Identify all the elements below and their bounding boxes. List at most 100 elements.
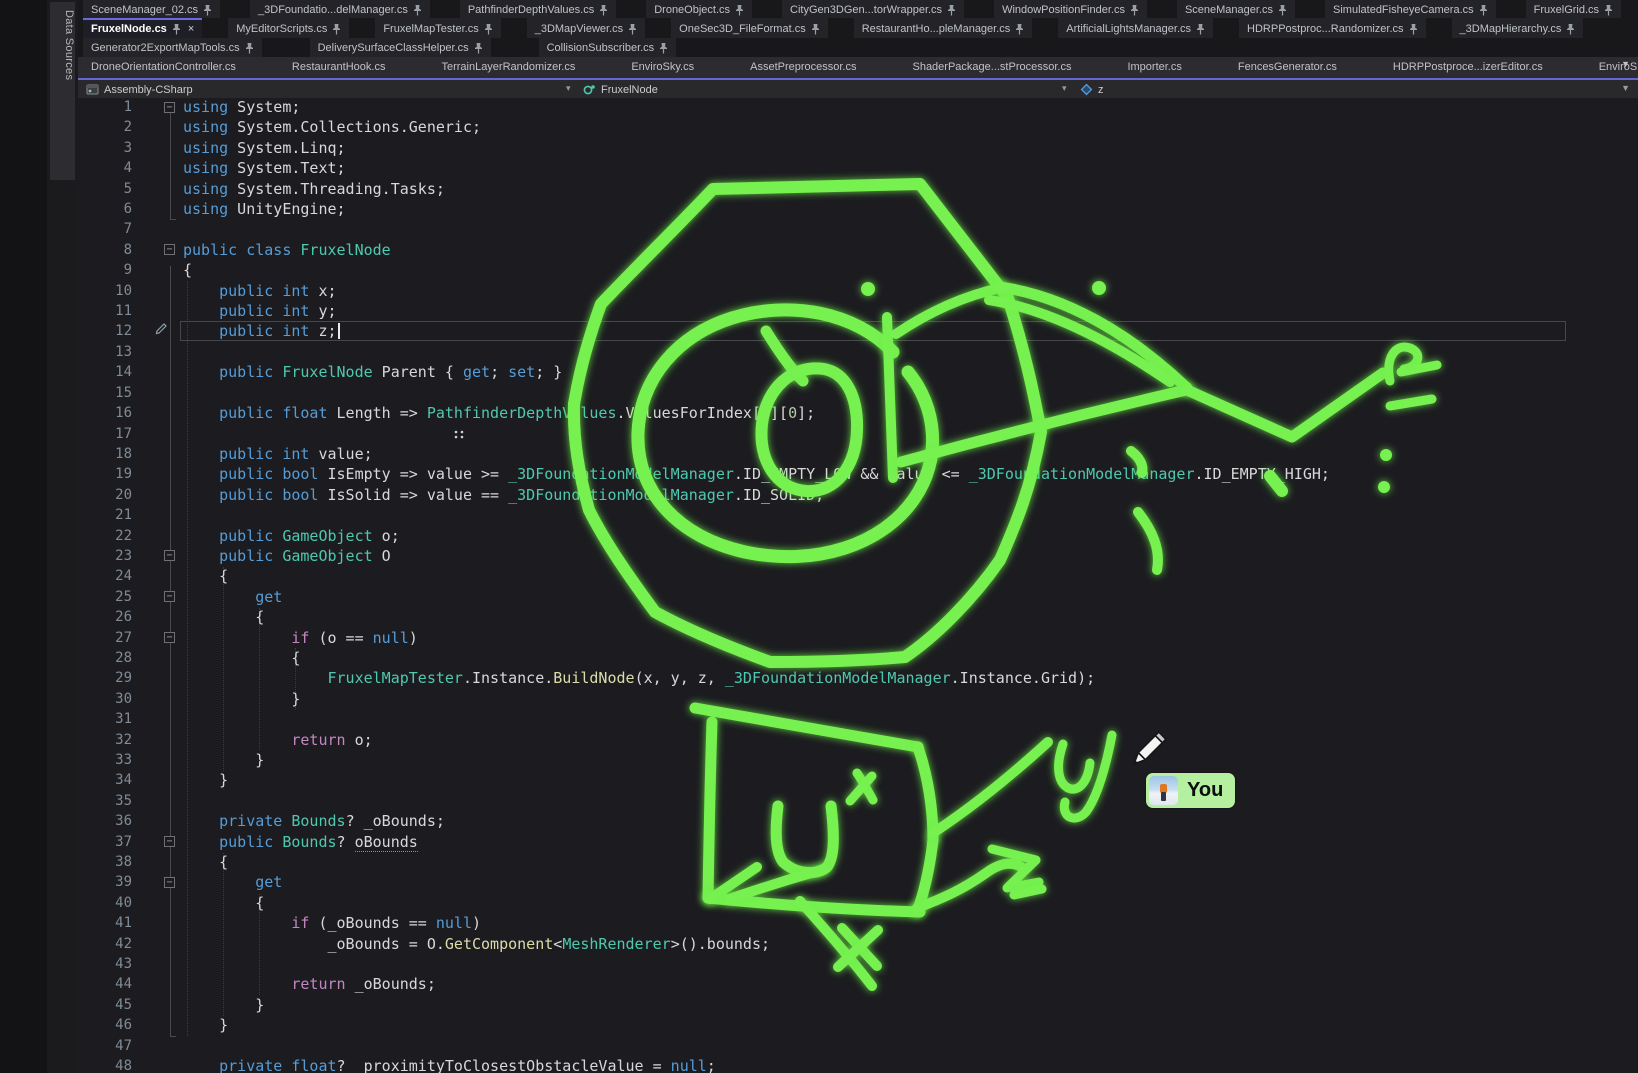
tab-TerrainLayerRandomizer.cs[interactable]: TerrainLayerRandomizer.cs: [433, 57, 583, 78]
pin-icon[interactable]: [659, 42, 668, 54]
tab-DroneOrientationController.cs[interactable]: DroneOrientationController.cs: [83, 57, 244, 78]
code-line-47[interactable]: 47: [78, 1036, 1638, 1056]
code-line-34[interactable]: 34 }: [78, 770, 1638, 790]
code-line-16[interactable]: 16 public float Length => PathfinderDept…: [78, 403, 1638, 423]
tab-CollisionSubscriber.cs[interactable]: CollisionSubscriber.cs: [539, 38, 677, 57]
code-line-36[interactable]: 36 private Bounds? _oBounds;: [78, 811, 1638, 831]
pin-icon[interactable]: [484, 23, 493, 35]
code-line-44[interactable]: 44 return _oBounds;: [78, 974, 1638, 994]
pin-icon[interactable]: [735, 4, 744, 16]
pin-icon[interactable]: [413, 4, 422, 16]
code-line-20[interactable]: 20 public bool IsSolid => value == _3DFo…: [78, 485, 1638, 505]
code-line-33[interactable]: 33 }: [78, 750, 1638, 770]
code-line-35[interactable]: 35: [78, 791, 1638, 811]
tab-HDRPPostproce...izerEditor.cs[interactable]: HDRPPostproce...izerEditor.cs: [1385, 57, 1551, 78]
pin-icon[interactable]: [1130, 4, 1139, 16]
code-line-5[interactable]: 5using System.Threading.Tasks;: [78, 179, 1638, 199]
code-line-15[interactable]: 15: [78, 383, 1638, 403]
tab-ArtificialLightsManager.cs[interactable]: ArtificialLightsManager.cs: [1058, 18, 1213, 38]
pin-icon[interactable]: [628, 23, 637, 35]
code-line-3[interactable]: 3using System.Linq;: [78, 138, 1638, 158]
pin-icon[interactable]: [1566, 23, 1575, 35]
code-line-23[interactable]: 23− public GameObject O: [78, 546, 1638, 566]
tab-FruxelGrid.cs[interactable]: FruxelGrid.cs: [1526, 0, 1621, 18]
pin-icon[interactable]: [1479, 4, 1488, 16]
pin-icon[interactable]: [245, 42, 254, 54]
pin-icon[interactable]: [332, 23, 341, 35]
code-line-37[interactable]: 37− public Bounds? oBounds: [78, 832, 1638, 852]
breadcrumb-project-caret-icon[interactable]: ▾: [566, 83, 571, 94]
code-line-24[interactable]: 24 {: [78, 566, 1638, 586]
fold-toggle-icon[interactable]: −: [164, 836, 175, 847]
code-line-14[interactable]: 14 public FruxelNode Parent { get; set; …: [78, 362, 1638, 382]
tab-ShaderPackage...stProcessor.cs[interactable]: ShaderPackage...stProcessor.cs: [904, 57, 1079, 78]
close-icon[interactable]: ×: [188, 23, 194, 35]
code-line-4[interactable]: 4using System.Text;: [78, 158, 1638, 178]
tab-CityGen3DGen...torWrapper.cs[interactable]: CityGen3DGen...torWrapper.cs: [782, 0, 964, 18]
code-line-18[interactable]: 18 public int value;: [78, 444, 1638, 464]
pin-icon[interactable]: [811, 23, 820, 35]
code-line-32[interactable]: 32 return o;: [78, 730, 1638, 750]
tab-MyEditorScripts.cs[interactable]: MyEditorScripts.cs: [228, 18, 349, 38]
tab-SceneManager.cs[interactable]: SceneManager.cs: [1177, 0, 1295, 18]
code-line-19[interactable]: 19 public bool IsEmpty => value >= _3DFo…: [78, 464, 1638, 484]
tab-HDRPPostproc...Randomizer.cs[interactable]: HDRPPostproc...Randomizer.cs: [1239, 18, 1426, 38]
code-line-2[interactable]: 2using System.Collections.Generic;: [78, 117, 1638, 137]
tab-SimulatedFisheyeCamera.cs[interactable]: SimulatedFisheyeCamera.cs: [1325, 0, 1496, 18]
code-line-39[interactable]: 39− get: [78, 872, 1638, 892]
code-line-8[interactable]: 8−public class FruxelNode: [78, 240, 1638, 260]
code-line-12[interactable]: 12 public int z;: [78, 321, 1638, 341]
tab-SceneManager_02.cs[interactable]: SceneManager_02.cs: [83, 0, 220, 18]
fold-toggle-icon[interactable]: −: [164, 632, 175, 643]
fold-toggle-icon[interactable]: −: [164, 877, 175, 888]
tab-RestaurantHook.cs[interactable]: RestaurantHook.cs: [284, 57, 394, 78]
tab-DroneObject.cs[interactable]: DroneObject.cs: [646, 0, 752, 18]
code-line-7[interactable]: 7: [78, 219, 1638, 239]
tab-_3DMapHierarchy.cs[interactable]: _3DMapHierarchy.cs: [1452, 18, 1584, 38]
code-line-43[interactable]: 43: [78, 954, 1638, 974]
code-line-46[interactable]: 46 }: [78, 1015, 1638, 1035]
pin-icon[interactable]: [474, 42, 483, 54]
code-line-28[interactable]: 28 {: [78, 648, 1638, 668]
tab-PathfinderDepthValues.cs[interactable]: PathfinderDepthValues.cs: [460, 0, 616, 18]
code-line-29[interactable]: 29 FruxelMapTester.Instance.BuildNode(x,…: [78, 668, 1638, 688]
tab-OneSec3D_FileFormat.cs[interactable]: OneSec3D_FileFormat.cs: [671, 18, 828, 38]
fold-toggle-icon[interactable]: −: [164, 591, 175, 602]
tab-EnviroSky.cs[interactable]: EnviroSky.cs: [623, 57, 702, 78]
code-line-45[interactable]: 45 }: [78, 995, 1638, 1015]
tab-_3DFoundatio...delManager.cs[interactable]: _3DFoundatio...delManager.cs: [250, 0, 430, 18]
code-line-26[interactable]: 26 {: [78, 607, 1638, 627]
tab-WindowPositionFinder.cs[interactable]: WindowPositionFinder.cs: [994, 0, 1147, 18]
breadcrumb-overflow-caret-icon[interactable]: ▼: [1621, 83, 1630, 93]
tab-AssetPreprocessor.cs[interactable]: AssetPreprocessor.cs: [742, 57, 864, 78]
fold-toggle-icon[interactable]: −: [164, 102, 175, 113]
code-line-27[interactable]: 27− if (o == null): [78, 628, 1638, 648]
tab-FencesGenerator.cs[interactable]: FencesGenerator.cs: [1230, 57, 1345, 78]
pin-icon[interactable]: [1196, 23, 1205, 35]
pin-icon[interactable]: [203, 4, 212, 16]
tab-FruxelNode.cs[interactable]: FruxelNode.cs×: [83, 18, 202, 38]
fold-toggle-icon[interactable]: −: [164, 550, 175, 561]
code-line-31[interactable]: 31: [78, 709, 1638, 729]
code-line-13[interactable]: 13: [78, 342, 1638, 362]
code-line-25[interactable]: 25− get: [78, 587, 1638, 607]
pin-icon[interactable]: [599, 4, 608, 16]
code-line-42[interactable]: 42 _oBounds = O.GetComponent<MeshRendere…: [78, 934, 1638, 954]
code-line-41[interactable]: 41 if (_oBounds == null): [78, 913, 1638, 933]
pin-icon[interactable]: [1604, 4, 1613, 16]
pin-icon[interactable]: [1409, 23, 1418, 35]
pin-icon[interactable]: [172, 23, 181, 35]
tab-FruxelMapTester.cs[interactable]: FruxelMapTester.cs: [375, 18, 500, 38]
pin-icon[interactable]: [1278, 4, 1287, 16]
code-line-21[interactable]: 21: [78, 505, 1638, 525]
tab-EnviroSkyMgr.cs[interactable]: EnviroSkyMgr.cs: [1591, 57, 1638, 78]
fold-toggle-icon[interactable]: −: [164, 244, 175, 255]
sidebar-tab-data-sources[interactable]: Data Sources: [50, 2, 75, 180]
code-line-6[interactable]: 6using UnityEngine;: [78, 199, 1638, 219]
tab-RestaurantHo...pleManager.cs[interactable]: RestaurantHo...pleManager.cs: [854, 18, 1033, 38]
code-line-38[interactable]: 38 {: [78, 852, 1638, 872]
tab-overflow-dropdown-icon[interactable]: ▼: [1621, 59, 1630, 69]
code-line-17[interactable]: 17: [78, 424, 1638, 444]
tab-Importer.cs[interactable]: Importer.cs: [1119, 57, 1189, 78]
code-line-1[interactable]: 1−using System;: [78, 97, 1638, 117]
